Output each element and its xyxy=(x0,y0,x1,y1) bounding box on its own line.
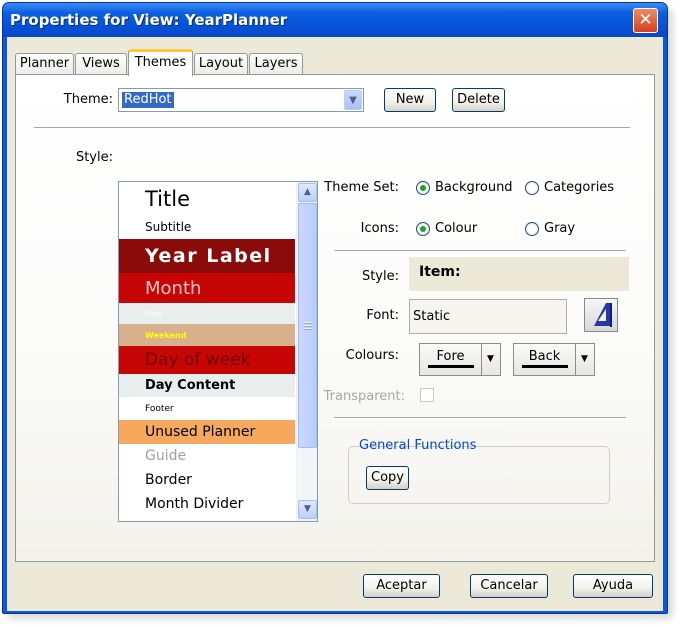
icons-label: Icons: xyxy=(360,221,399,236)
list-item-title[interactable]: Title xyxy=(119,182,295,215)
chevron-down-icon[interactable]: ▼ xyxy=(344,90,362,110)
style-list-scrollbar[interactable]: ▲ ▼ xyxy=(296,182,317,521)
separator-top xyxy=(34,127,630,129)
general-functions-title: General Functions xyxy=(359,438,477,453)
chevron-down-icon[interactable]: ▼ xyxy=(481,344,500,375)
cancel-button[interactable]: Cancelar xyxy=(470,574,548,598)
transparent-label: Transparent: xyxy=(323,389,405,404)
radio-colour-label[interactable]: Colour xyxy=(435,221,477,236)
fore-colour-button[interactable]: Fore ▼ xyxy=(419,343,501,376)
back-colour-main[interactable]: Back xyxy=(514,344,576,375)
list-item-weekend[interactable]: Weekend xyxy=(119,324,295,346)
radio-categories-label[interactable]: Categories xyxy=(544,180,614,195)
theme-combo[interactable]: RedHot ▼ xyxy=(118,88,364,112)
chevron-down-icon[interactable]: ▼ xyxy=(298,500,317,519)
list-item-month-divider[interactable]: Month Divider xyxy=(119,492,295,516)
separator-right xyxy=(334,250,626,252)
close-icon: ✕ xyxy=(638,10,653,30)
radio-selected-dot xyxy=(420,226,426,232)
new-theme-button[interactable]: New xyxy=(384,88,436,112)
list-item-subtitle[interactable]: Subtitle xyxy=(119,215,295,239)
list-item-guide[interactable]: Guide xyxy=(119,444,295,468)
theme-set-label: Theme Set: xyxy=(324,180,399,195)
list-item-date[interactable]: Date xyxy=(119,303,295,324)
style-preview-box: Item: xyxy=(409,257,629,291)
title-bar[interactable]: Properties for View: YearPlanner ✕ xyxy=(3,3,667,37)
list-item-day-content[interactable]: Day Content xyxy=(119,374,295,397)
tab-planner[interactable]: Planner xyxy=(15,53,74,75)
style-list-items: Title Subtitle Year Label Month Date Wee… xyxy=(119,182,295,516)
fore-colour-main[interactable]: Fore xyxy=(420,344,482,375)
list-item-day-of-week[interactable]: Day of week xyxy=(119,346,295,374)
tab-layers[interactable]: Layers xyxy=(249,53,303,75)
grip-icon xyxy=(304,322,312,331)
separator-bottom xyxy=(334,417,626,419)
theme-combo-value: RedHot xyxy=(122,92,174,108)
copy-button[interactable]: Copy xyxy=(366,466,409,490)
accept-button[interactable]: Aceptar xyxy=(363,574,440,598)
font-picker-button[interactable] xyxy=(584,298,618,332)
tab-layout[interactable]: Layout xyxy=(194,53,248,75)
close-button[interactable]: ✕ xyxy=(633,8,658,33)
style-preview-text: Item: xyxy=(419,264,461,280)
properties-dialog: Properties for View: YearPlanner ✕ Plann… xyxy=(2,2,668,614)
chevron-down-icon[interactable]: ▼ xyxy=(575,344,594,375)
back-colour-swatch xyxy=(521,365,568,368)
list-item-border[interactable]: Border xyxy=(119,468,295,492)
radio-gray[interactable] xyxy=(525,222,539,236)
fore-colour-swatch xyxy=(427,365,474,368)
radio-background[interactable] xyxy=(416,181,430,195)
radio-selected-dot xyxy=(420,185,426,191)
chevron-up-icon[interactable]: ▲ xyxy=(298,183,317,202)
transparent-checkbox[interactable] xyxy=(420,388,434,402)
font-label: Font: xyxy=(366,308,399,323)
font-preview-box: Static xyxy=(409,299,567,334)
list-item-unused-planner[interactable]: Unused Planner xyxy=(119,420,295,444)
style-listbox[interactable]: Title Subtitle Year Label Month Date Wee… xyxy=(118,181,318,522)
radio-gray-label[interactable]: Gray xyxy=(544,221,575,236)
radio-colour[interactable] xyxy=(416,222,430,236)
theme-label: Theme: xyxy=(63,92,113,107)
list-item-year-label[interactable]: Year Label xyxy=(119,239,295,273)
list-item-footer[interactable]: Footer xyxy=(119,397,295,420)
list-item-month[interactable]: Month xyxy=(119,273,295,303)
style-list-label: Style: xyxy=(75,150,113,165)
radio-categories[interactable] xyxy=(525,181,539,195)
colours-label: Colours: xyxy=(345,348,399,363)
back-colour-button[interactable]: Back ▼ xyxy=(513,343,595,376)
dialog-client-area: Planner Views Themes Layout Layers Theme… xyxy=(7,37,663,611)
font-preview-text: Static xyxy=(413,309,451,324)
window-title: Properties for View: YearPlanner xyxy=(10,11,288,29)
scrollbar-thumb[interactable] xyxy=(298,203,317,448)
radio-background-label[interactable]: Background xyxy=(435,180,513,195)
tab-views[interactable]: Views xyxy=(75,53,127,75)
help-button[interactable]: Ayuda xyxy=(573,574,653,598)
tab-themes[interactable]: Themes xyxy=(128,49,193,76)
style-field-label: Style: xyxy=(361,269,399,284)
delete-theme-button[interactable]: Delete xyxy=(452,88,505,112)
font-picker-icon xyxy=(594,303,612,327)
themes-tab-panel: Theme: RedHot ▼ New Delete Style: Title … xyxy=(15,74,655,562)
